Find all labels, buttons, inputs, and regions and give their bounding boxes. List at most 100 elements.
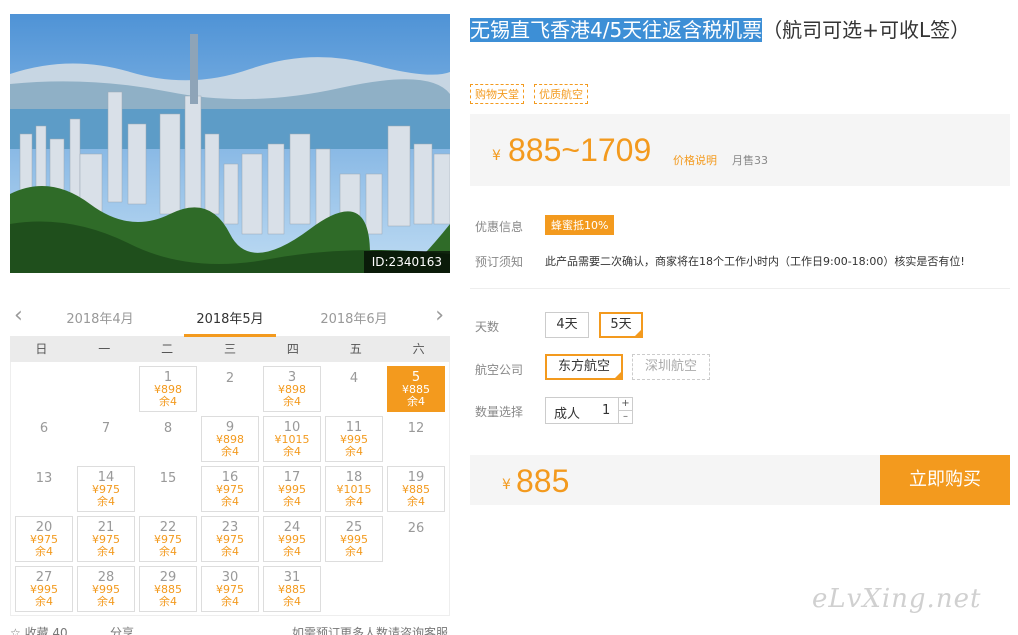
calendar-day-cell[interactable]: 28 ¥995 余4 bbox=[77, 566, 135, 612]
total-currency: ¥ bbox=[502, 477, 511, 493]
calendar-day-cell[interactable]: 10 ¥1015 余4 bbox=[263, 416, 321, 462]
calendar-day-number: 26 bbox=[407, 521, 425, 536]
next-month-chevron-icon[interactable]: › bbox=[435, 304, 444, 328]
calendar-day-number: 23 bbox=[221, 520, 239, 535]
calendar-day-number: 8 bbox=[163, 421, 173, 436]
calendar-day-number: 11 bbox=[345, 420, 363, 435]
calendar-day-stock: 余4 bbox=[221, 595, 239, 608]
calendar-day-cell[interactable]: 30 ¥975 余4 bbox=[201, 566, 259, 612]
calendar-day-cell[interactable]: 29 ¥885 余4 bbox=[139, 566, 197, 612]
calendar-day-number: 29 bbox=[159, 570, 177, 585]
calendar-day-cell[interactable]: 27 ¥995 余4 bbox=[15, 566, 73, 612]
calendar-day-stock: 余4 bbox=[221, 495, 239, 508]
weekday-tue: 二 bbox=[161, 342, 174, 356]
active-month-indicator bbox=[184, 334, 276, 337]
calendar-day-stock: 余4 bbox=[283, 445, 301, 458]
airline-option-china-eastern[interactable]: 东方航空 bbox=[545, 354, 623, 380]
weekday-fri: 五 bbox=[349, 342, 362, 356]
airline-label: 航空公司 bbox=[475, 363, 524, 377]
calendar-day-stock: 余4 bbox=[35, 595, 53, 608]
calendar-day-number: 6 bbox=[39, 421, 49, 436]
calendar-day-stock: 余4 bbox=[35, 545, 53, 558]
booking-notice-text: 此产品需要二次确认，商家将在18个工作小时内（工作日9:00-18:00）核实是… bbox=[545, 255, 965, 268]
purchase-bar: ¥ 885 立即购买 bbox=[470, 455, 1010, 505]
calendar-day-cell[interactable]: 1 ¥898 余4 bbox=[139, 366, 197, 412]
quantity-value[interactable]: 1 bbox=[602, 403, 610, 418]
calendar-day-cell[interactable]: 11 ¥995 余4 bbox=[325, 416, 383, 462]
calendar-day-stock: 余4 bbox=[159, 595, 177, 608]
calendar-day-cell[interactable]: 19 ¥885 余4 bbox=[387, 466, 445, 512]
booking-hint: 如需预订更多人数请咨询客服 bbox=[292, 626, 449, 635]
calendar-day-stock: 余4 bbox=[97, 495, 115, 508]
calendar-day-cell: 26 bbox=[387, 516, 445, 562]
calendar-day-number: 22 bbox=[159, 520, 177, 535]
calendar-day-stock: 余4 bbox=[345, 495, 363, 508]
calendar-day-cell[interactable]: 22 ¥975 余4 bbox=[139, 516, 197, 562]
calendar-day-number: 4 bbox=[349, 371, 359, 386]
calendar-day-cell[interactable]: 17 ¥995 余4 bbox=[263, 466, 321, 512]
calendar-day-number: 12 bbox=[407, 421, 425, 436]
calendar-day-cell[interactable]: 23 ¥975 余4 bbox=[201, 516, 259, 562]
calendar-day-cell[interactable]: 16 ¥975 余4 bbox=[201, 466, 259, 512]
quantity-minus-button[interactable]: – bbox=[618, 411, 632, 424]
calendar-day-number: 10 bbox=[283, 420, 301, 435]
favorite-button[interactable]: ☆ 收藏 40 bbox=[10, 624, 68, 635]
calendar-day-number: 18 bbox=[345, 470, 363, 485]
weekday-thu: 四 bbox=[286, 342, 299, 356]
calendar-day-number: 27 bbox=[35, 570, 53, 585]
calendar-day-cell[interactable]: 18 ¥1015 余4 bbox=[325, 466, 383, 512]
promo-label: 优惠信息 bbox=[475, 220, 524, 234]
calendar-day-number: 17 bbox=[283, 470, 301, 485]
calendar-day-cell[interactable]: 21 ¥975 余4 bbox=[77, 516, 135, 562]
calendar-day-stock: 余4 bbox=[283, 395, 301, 408]
calendar-day-cell[interactable]: 20 ¥975 余4 bbox=[15, 516, 73, 562]
quantity-stepper: 成人 1 + – bbox=[545, 397, 633, 424]
calendar-day-number: 19 bbox=[407, 470, 425, 485]
monthly-sales: 月售33 bbox=[732, 154, 768, 167]
quantity-plus-button[interactable]: + bbox=[618, 398, 632, 411]
product-photo: ID:2340163 bbox=[10, 14, 450, 273]
calendar-day-cell[interactable]: 24 ¥995 余4 bbox=[263, 516, 321, 562]
weekday-sat: 六 bbox=[412, 342, 425, 356]
calendar-day-number: 2 bbox=[225, 371, 235, 386]
product-title: 无锡直飞香港4/5天往返含税机票（航司可选+可收L签） bbox=[470, 16, 1010, 44]
prev-month-chevron-icon[interactable]: ‹ bbox=[14, 304, 23, 328]
days-option-4[interactable]: 4天 bbox=[545, 312, 589, 338]
calendar-day-stock: 余4 bbox=[345, 445, 363, 458]
calendar-day-cell[interactable]: 31 ¥885 余4 bbox=[263, 566, 321, 612]
calendar-day-stock: 余4 bbox=[159, 395, 177, 408]
month-tab-june[interactable]: 2018年6月 bbox=[294, 308, 414, 327]
notice-label: 预订须知 bbox=[475, 255, 524, 269]
quantity-label: 数量选择 bbox=[475, 405, 524, 419]
calendar-day-stock: 余4 bbox=[283, 595, 301, 608]
calendar-day-cell: 12 bbox=[387, 416, 445, 462]
calendar-day-cell[interactable]: 3 ¥898 余4 bbox=[263, 366, 321, 412]
calendar-day-number: 30 bbox=[221, 570, 239, 585]
weekday-mon: 一 bbox=[98, 342, 111, 356]
calendar-day-cell[interactable]: 25 ¥995 余4 bbox=[325, 516, 383, 562]
calendar-day-number: 15 bbox=[159, 471, 177, 486]
calendar-day-cell: 6 bbox=[15, 416, 73, 462]
calendar-day-number: 25 bbox=[345, 520, 363, 535]
calendar-day-grid: 1 ¥898 余4 2 3 ¥898 余4 4 5 ¥885 余4 6 7 8 9 ¥898 余4 10 ¥1015… bbox=[10, 362, 450, 616]
price-box: ¥ 885~1709 价格说明 月售33 bbox=[470, 114, 1010, 186]
calendar-footer: ☆ 收藏 40 分享 如需预订更多人数请咨询客服 bbox=[10, 624, 450, 635]
calendar-day-stock: 余4 bbox=[345, 545, 363, 558]
month-tab-may[interactable]: 2018年5月 bbox=[170, 308, 290, 327]
calendar-day-cell[interactable]: 9 ¥898 余4 bbox=[201, 416, 259, 462]
calendar-day-stock: 余4 bbox=[407, 495, 425, 508]
calendar-month-nav: ‹ 2018年4月 2018年5月 2018年6月 › bbox=[10, 300, 450, 337]
calendar-day-cell[interactable]: 14 ¥975 余4 bbox=[77, 466, 135, 512]
calendar-day-cell[interactable]: 5 ¥885 余4 bbox=[387, 366, 445, 412]
buy-now-button[interactable]: 立即购买 bbox=[880, 455, 1010, 505]
weekday-wed: 三 bbox=[224, 342, 237, 356]
price-explain-link[interactable]: 价格说明 bbox=[673, 152, 717, 168]
calendar-day-number: 28 bbox=[97, 570, 115, 585]
site-watermark: eLvXing.net bbox=[812, 584, 982, 614]
share-button[interactable]: 分享 bbox=[110, 624, 134, 635]
weekday-header: 日 一 二 三 四 五 六 bbox=[10, 336, 450, 362]
month-tab-april[interactable]: 2018年4月 bbox=[40, 308, 160, 327]
calendar-day-number: 21 bbox=[97, 520, 115, 535]
days-option-5[interactable]: 5天 bbox=[599, 312, 643, 338]
calendar-day-cell: 15 bbox=[139, 466, 197, 512]
